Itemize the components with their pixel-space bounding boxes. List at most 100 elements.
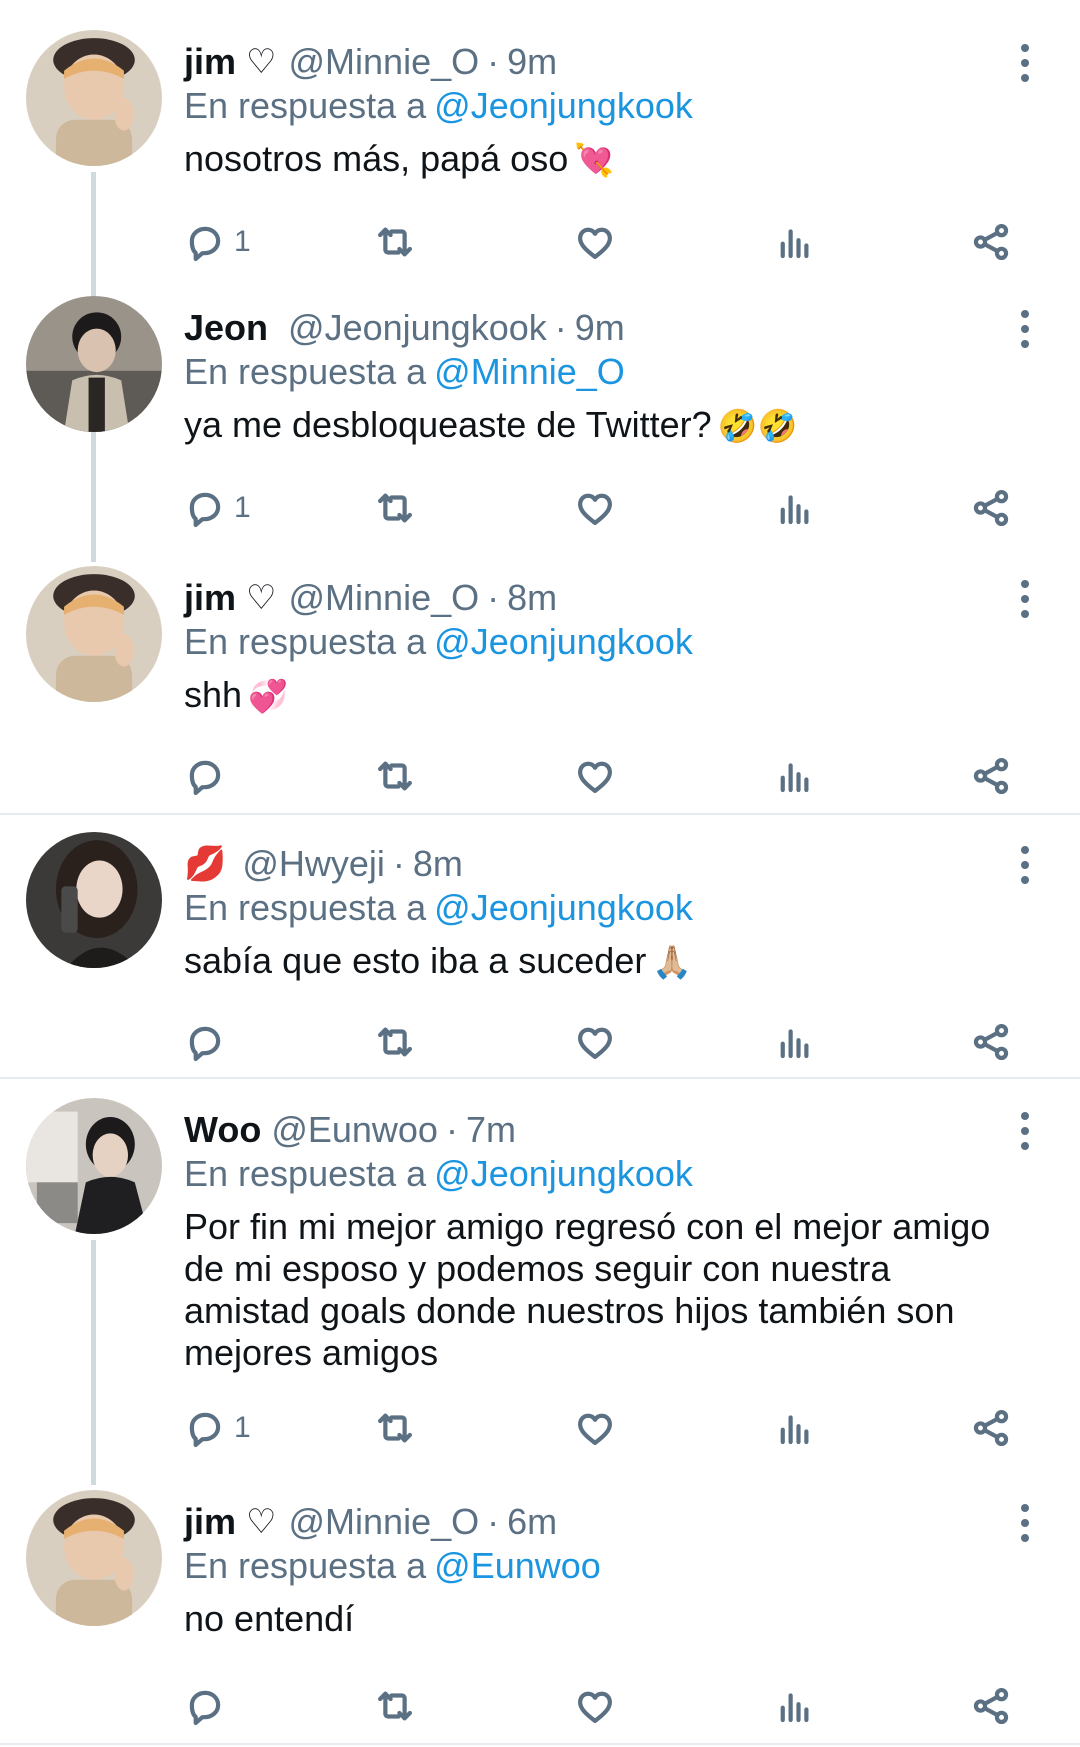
more-options-icon[interactable] <box>1020 310 1030 354</box>
like-heart-icon <box>574 1685 616 1727</box>
reply-button[interactable]: 1 <box>184 484 251 532</box>
tweet[interactable]: jim ♡ @Minnie_O · 9m En respuesta a @Jeon… <box>0 30 1080 270</box>
tweet[interactable]: Jeon @Jeonjungkook · 9m En respuesta a @M… <box>0 296 1080 536</box>
emoji: 🙏🏼 <box>652 944 693 980</box>
mention-link[interactable]: @Eunwoo <box>434 1545 601 1586</box>
action-bar: 1 <box>184 1404 1044 1452</box>
display-name[interactable]: Woo <box>184 1108 261 1152</box>
mention-link[interactable]: @Jeonjungkook <box>434 1153 693 1194</box>
analytics-button[interactable] <box>774 752 816 800</box>
retweet-button[interactable] <box>374 1018 416 1066</box>
reply-button[interactable] <box>184 752 234 800</box>
emoji: 💘 <box>574 142 615 178</box>
more-options-icon[interactable] <box>1020 846 1030 890</box>
like-button[interactable] <box>574 218 616 266</box>
retweet-icon <box>374 755 416 797</box>
separator-dot: · <box>554 307 567 348</box>
share-button[interactable] <box>970 1404 1012 1452</box>
mention-link[interactable]: @Jeonjungkook <box>434 85 693 126</box>
like-button[interactable] <box>574 484 616 532</box>
reply-context: En respuesta a @Minnie_O <box>184 350 625 394</box>
timestamp[interactable]: 6m <box>507 1500 557 1544</box>
timestamp[interactable]: 9m <box>507 40 557 84</box>
tweet-body: nosotros más, papá oso <box>184 138 569 179</box>
retweet-button[interactable] <box>374 1682 416 1730</box>
like-button[interactable] <box>574 752 616 800</box>
avatar[interactable] <box>26 1098 162 1234</box>
tweet[interactable]: jim ♡ @Minnie_O · 8m En respuesta a @Jeon… <box>0 566 1080 806</box>
share-button[interactable] <box>970 752 1012 800</box>
retweet-button[interactable] <box>374 484 416 532</box>
reply-icon <box>184 1685 226 1727</box>
more-options-icon[interactable] <box>1020 1504 1030 1548</box>
tweet-header: jim ♡ @Minnie_O · 9m <box>184 40 1000 84</box>
tweet[interactable]: 💋 @Hwyeji · 8m En respuesta a @Jeonjungko… <box>0 832 1080 1072</box>
action-bar <box>184 1018 1044 1066</box>
like-button[interactable] <box>574 1018 616 1066</box>
tweet-body: no entendí <box>184 1598 355 1639</box>
mention-link[interactable]: @Jeonjungkook <box>434 621 693 662</box>
analytics-button[interactable] <box>774 484 816 532</box>
more-options-icon[interactable] <box>1020 1112 1030 1156</box>
reply-icon <box>184 221 226 263</box>
timestamp[interactable]: 7m <box>466 1108 516 1152</box>
reply-context: En respuesta a @Eunwoo <box>184 1544 601 1588</box>
reply-icon <box>184 1407 226 1449</box>
like-button[interactable] <box>574 1404 616 1452</box>
user-handle[interactable]: @Jeonjungkook <box>288 306 547 350</box>
retweet-button[interactable] <box>374 1404 416 1452</box>
retweet-icon <box>374 221 416 263</box>
retweet-button[interactable] <box>374 218 416 266</box>
analytics-button[interactable] <box>774 1018 816 1066</box>
share-button[interactable] <box>970 1018 1012 1066</box>
share-button[interactable] <box>970 218 1012 266</box>
share-button[interactable] <box>970 484 1012 532</box>
like-heart-icon <box>574 1021 616 1063</box>
avatar[interactable] <box>26 30 162 166</box>
analytics-button[interactable] <box>774 218 816 266</box>
analytics-button[interactable] <box>774 1682 816 1730</box>
display-name[interactable]: jim <box>184 1500 236 1544</box>
more-options-icon[interactable] <box>1020 44 1030 88</box>
analytics-bars-icon <box>774 221 816 263</box>
avatar-photo <box>26 832 162 968</box>
reply-button[interactable]: 1 <box>184 1404 251 1452</box>
display-name[interactable]: jim <box>184 40 236 84</box>
retweet-icon <box>374 1407 416 1449</box>
user-handle[interactable]: @Minnie_O <box>289 576 480 620</box>
display-name[interactable]: jim <box>184 576 236 620</box>
mention-link[interactable]: @Jeonjungkook <box>434 887 693 928</box>
user-handle[interactable]: @Eunwoo <box>271 1108 438 1152</box>
tweet-text: no entendí <box>184 1598 1024 1640</box>
avatar[interactable] <box>26 1490 162 1626</box>
display-name[interactable]: Jeon <box>184 306 268 350</box>
action-bar: 1 <box>184 218 1044 266</box>
user-handle[interactable]: @Minnie_O <box>289 40 480 84</box>
timestamp[interactable]: 8m <box>507 576 557 620</box>
analytics-button[interactable] <box>774 1404 816 1452</box>
tweet[interactable]: Woo @Eunwoo · 7m En respuesta a @Jeonjung… <box>0 1098 1080 1468</box>
tweet[interactable]: jim ♡ @Minnie_O · 6m En respuesta a @Eunw… <box>0 1490 1080 1740</box>
retweet-button[interactable] <box>374 752 416 800</box>
reply-button[interactable]: 1 <box>184 218 251 266</box>
reply-button[interactable] <box>184 1018 234 1066</box>
action-bar <box>184 752 1044 800</box>
share-button[interactable] <box>970 1682 1012 1730</box>
mention-link[interactable]: @Minnie_O <box>434 351 625 392</box>
like-button[interactable] <box>574 1682 616 1730</box>
reply-icon <box>184 487 226 529</box>
avatar[interactable] <box>26 296 162 432</box>
reply-context: En respuesta a @Jeonjungkook <box>184 620 693 664</box>
reply-button[interactable] <box>184 1682 234 1730</box>
like-heart-icon <box>574 1407 616 1449</box>
avatar[interactable] <box>26 832 162 968</box>
user-handle[interactable]: @Hwyeji <box>242 842 385 886</box>
avatar[interactable] <box>26 566 162 702</box>
tweet-header: 💋 @Hwyeji · 8m <box>184 842 1000 886</box>
more-options-icon[interactable] <box>1020 580 1030 624</box>
tweet-body: ya me desbloqueaste de Twitter? <box>184 404 712 445</box>
timestamp[interactable]: 8m <box>413 842 463 886</box>
share-icon <box>970 487 1012 529</box>
user-handle[interactable]: @Minnie_O <box>289 1500 480 1544</box>
timestamp[interactable]: 9m <box>575 306 625 350</box>
